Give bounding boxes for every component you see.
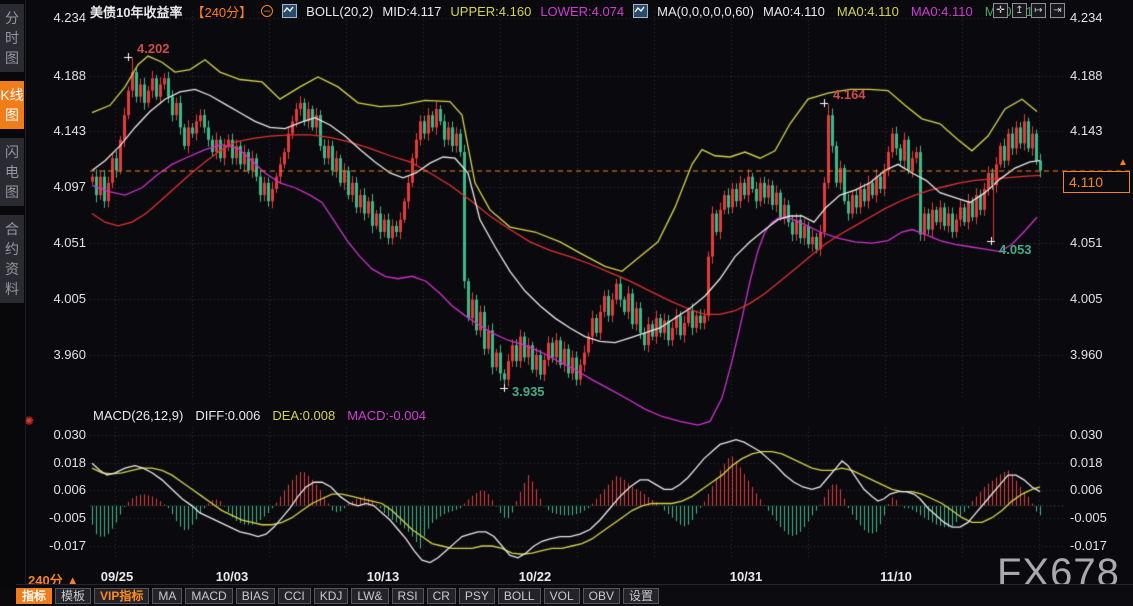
price-axis-label-left: 4.234 [20, 10, 86, 25]
ma-params: MA(0,0,0,0,0,60) [657, 4, 754, 19]
macd-params: MACD(26,12,9) [93, 408, 183, 423]
toolbar-button-设置[interactable]: 设置 [623, 588, 659, 604]
instrument-title: 美债10年收益率 [90, 2, 182, 21]
toolbar-button-PSY[interactable]: PSY [459, 588, 495, 604]
toolbar-button-指标[interactable]: 指标 [16, 588, 52, 604]
price-axis-label-right: 3.960 [1070, 347, 1103, 362]
sidebar-tab-K线图[interactable]: K线图 [0, 81, 24, 129]
boll-params: BOLL(20,2) [306, 4, 373, 19]
price-axis-label-left: 4.005 [20, 291, 86, 306]
price-axis-label-left: 4.097 [20, 179, 86, 194]
toolbar-button-CR[interactable]: CR [427, 588, 456, 604]
date-label: 11/10 [880, 569, 912, 584]
macd-axis-label-left: 0.018 [20, 455, 86, 470]
toolbar-button-MA[interactable]: MA [152, 588, 182, 604]
macd-diff-value: DIFF:0.006 [195, 408, 260, 423]
macd-header: MACD(26,12,9) DIFF:0.006 DEA:0.008 MACD:… [93, 408, 426, 423]
toolbar-button-VIP指标[interactable]: VIP指标 [94, 588, 149, 604]
macd-axis-label-left: -0.005 [20, 510, 86, 525]
macd-axis-label-left: -0.017 [20, 538, 86, 553]
date-label: 09/25 [101, 569, 134, 584]
price-axis-label-right: 4.188 [1070, 68, 1103, 83]
macd-axis-label-right: 0.018 [1070, 455, 1103, 470]
toolbar-button-VOL[interactable]: VOL [544, 588, 580, 604]
sidebar-tab-分时图[interactable]: 分时图 [0, 4, 24, 72]
macd-axis-label-left: 0.006 [20, 482, 86, 497]
macd-axis-label-right: -0.017 [1070, 538, 1107, 553]
crosshair-tool-icon[interactable]: ✛ [993, 3, 1008, 18]
boll-indicator-icon [282, 4, 297, 18]
price-axis-label-left: 3.960 [20, 347, 86, 362]
price-axis-label-left: 4.188 [20, 68, 86, 83]
toolbar-button-MACD[interactable]: MACD [185, 588, 232, 604]
boll-upper-value: UPPER:4.160 [450, 4, 531, 19]
sidebar: 分时图 K线图闪电图合约资料 [0, 0, 26, 589]
boll-lower-value: LOWER:4.074 [540, 4, 624, 19]
ma-value: MA0:4.110 [911, 4, 973, 19]
date-label: 10/31 [730, 569, 763, 584]
price-axis-label-left: 4.143 [20, 123, 86, 138]
price-annotation: 3.935 [512, 384, 545, 399]
toolbar-button-OBV[interactable]: OBV [583, 588, 620, 604]
pane-expand-icon[interactable]: ⇥ [1050, 3, 1065, 18]
last-price-tag: 4.110 [1063, 171, 1130, 193]
macd-axis-label-left: 0.030 [20, 427, 86, 442]
ma-indicator-icon [633, 4, 648, 18]
macd-dea-value: DEA:0.008 [272, 408, 335, 423]
price-axis-label-right: 4.005 [1070, 291, 1103, 306]
sidebar-tab-合约资料[interactable]: 合约资料 [0, 215, 24, 303]
toolbar-button-模板[interactable]: 模板 [55, 588, 91, 604]
collapse-indicator-icon[interactable]: – [261, 5, 273, 17]
macd-macd-value: MACD:-0.004 [347, 408, 426, 423]
macd-axis-label-right: 0.006 [1070, 482, 1103, 497]
price-axis-label-right: 4.234 [1070, 10, 1103, 25]
sidebar-tab-闪电图[interactable]: 闪电图 [0, 138, 24, 206]
toolbar-button-LW&[interactable]: LW& [351, 588, 388, 604]
trading-app-window: 美债10年收益率 【240分】 – BOLL(20,2) MID:4.117 U… [0, 0, 1133, 606]
toolbar-button-BOLL[interactable]: BOLL [498, 588, 541, 604]
date-label: 10/13 [367, 569, 400, 584]
indicator-header: 美债10年收益率 【240分】 – BOLL(20,2) MID:4.117 U… [90, 3, 1033, 19]
toolbar-button-BIAS[interactable]: BIAS [236, 588, 275, 604]
price-up-arrow-icon: ▲ [1118, 157, 1128, 168]
price-annotation: 4.053 [999, 242, 1032, 257]
indicator-toolbar: 指标模板VIP指标MAMACDBIASCCIKDJLW&RSICRPSYBOLL… [16, 584, 1133, 606]
toolbar-button-CCI[interactable]: CCI [278, 588, 311, 604]
macd-axis-label-right: 0.030 [1070, 427, 1103, 442]
price-axis-label-left: 4.051 [20, 235, 86, 250]
boll-mid-value: MID:4.117 [382, 4, 441, 19]
price-annotation: 4.202 [137, 41, 170, 56]
date-label: 10/22 [519, 569, 552, 584]
price-axis-label-right: 4.143 [1070, 123, 1103, 138]
period-label[interactable]: 【240分】 [191, 2, 252, 21]
chart-window-buttons: ✛ ↥ ↦ ⇥ [993, 3, 1065, 18]
price-axis-label-right: 4.051 [1070, 235, 1103, 250]
macd-axis-label-right: -0.005 [1070, 510, 1107, 525]
price-annotation: 4.164 [833, 87, 866, 102]
y-axis-scale-icon[interactable]: ↥ [1012, 3, 1027, 18]
ma-value: MA0:4.110 [763, 4, 825, 19]
x-axis-scale-icon[interactable]: ↦ [1031, 3, 1046, 18]
candlestick-chart-canvas[interactable] [0, 0, 1133, 606]
toolbar-button-RSI[interactable]: RSI [392, 588, 424, 604]
ma-value: MA0:4.110 [837, 4, 899, 19]
date-label: 10/03 [216, 569, 249, 584]
toolbar-button-KDJ[interactable]: KDJ [314, 588, 349, 604]
